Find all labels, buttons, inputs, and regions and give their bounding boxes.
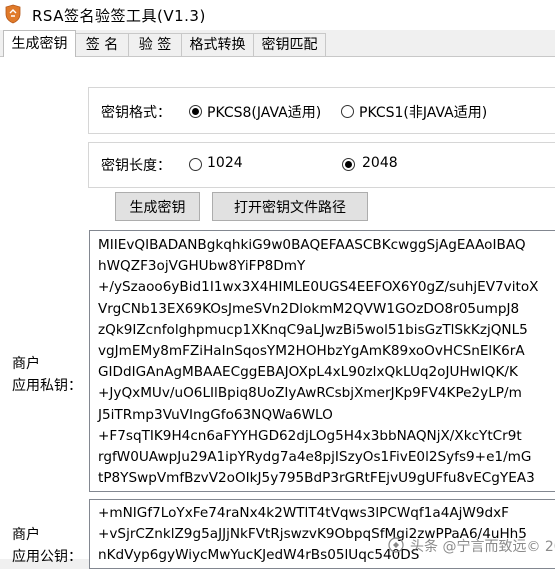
- radio-pkcs8[interactable]: [189, 105, 202, 118]
- private-key-label-line2: 应用私钥：: [12, 378, 82, 394]
- private-key-line: +F7sqTIK9H4cn6aFYYHGD62djLOg5H4x3bbNAQNj…: [98, 427, 522, 444]
- radio-1024-label[interactable]: 1024: [207, 155, 243, 171]
- radio-selected-dot: [192, 108, 199, 115]
- app-shield-icon: [5, 4, 21, 24]
- private-key-line: +JyQxMUv/uO6LIlBpiq8UoZIyAwRCsbjXmerJKp9…: [98, 385, 522, 402]
- radio-pkcs1[interactable]: [341, 105, 354, 118]
- window-title: RSA签名验签工具(V1.3): [32, 7, 206, 25]
- radio-2048-label[interactable]: 2048: [362, 155, 398, 171]
- radio-pkcs1-label[interactable]: PKCS1(非JAVA适用): [359, 102, 487, 122]
- key-format-label: 密钥格式：: [101, 105, 171, 121]
- private-key-textarea[interactable]: MIIEvQIBADANBgkqhkiG9w0BAQEFAASCBKcwggSj…: [89, 230, 555, 492]
- private-key-line: zQk9IZcnfolghpmucp1XKnqC9aLJwzBi5wol51bi…: [98, 321, 528, 338]
- private-key-line: +/ySzaoo6yBid1I1wx3X4HIMLE0UGS4EEFOX6Y0g…: [98, 279, 539, 296]
- radio-pkcs8-label[interactable]: PKCS8(JAVA适用): [207, 102, 321, 122]
- tab-format-convert[interactable]: 格式转换: [181, 33, 254, 56]
- watermark-logo-icon: [388, 537, 404, 553]
- radio-1024[interactable]: [189, 158, 202, 171]
- private-key-line: J5iTRmp3VuVIngGfo63NQWa6WLO: [98, 406, 333, 423]
- private-key-line: VrgCNb13EX69KOsJmeSVn2DlokmM2QVW1GOzDO8r…: [98, 300, 520, 317]
- generate-key-button[interactable]: 生成密钥: [115, 192, 200, 221]
- private-key-line: MIIEvQIBADANBgkqhkiG9w0BAQEFAASCBKcwggSj…: [98, 237, 526, 253]
- tab-generate-key[interactable]: 生成密钥: [3, 30, 76, 57]
- tab-key-match[interactable]: 密钥匹配: [253, 33, 326, 56]
- private-key-line: GIDdIGAnAgMBAAECggEBAJOXpL4xL90zlxQkLUq2…: [98, 364, 518, 381]
- private-key-line: rgfW0UAwpJu29A1ipYRydg7a4e8pjISzyOs1FivE…: [98, 449, 532, 466]
- tab-verify[interactable]: 验 签: [128, 33, 182, 56]
- private-key-line: vgJmEMy8mFZiHaInSqosYM2HOHbzYgAmK89xoOvH…: [98, 343, 525, 360]
- public-key-label: 商户 应用公钥：: [12, 524, 82, 568]
- public-key-label-line1: 商户: [12, 527, 40, 543]
- title-bar: RSA签名验签工具(V1.3): [0, 0, 555, 30]
- private-key-line: tP8YSwpVmfBzvV2oOIkJ5y795BdP3rGRtFEjvU9g…: [98, 470, 535, 487]
- watermark-text: 头条 @宁言而致远© 2017: [410, 539, 555, 555]
- radio-selected-dot: [345, 161, 352, 168]
- open-key-path-button[interactable]: 打开密钥文件路径: [212, 192, 368, 221]
- public-key-line: +mNIGf7LoYxFe74raNx4k2WTlT4tVqws3lPCWqf1…: [98, 505, 510, 521]
- tab-sign[interactable]: 签 名: [75, 33, 129, 56]
- key-length-label: 密钥长度：: [101, 158, 171, 174]
- public-key-label-line2: 应用公钥：: [12, 549, 82, 565]
- private-key-line: hWQZF3ojVGHUbw8YiFP8DmY: [98, 258, 306, 275]
- radio-2048[interactable]: [342, 158, 355, 171]
- private-key-label-line1: 商户: [12, 356, 40, 372]
- private-key-label: 商户 应用私钥：: [12, 353, 82, 397]
